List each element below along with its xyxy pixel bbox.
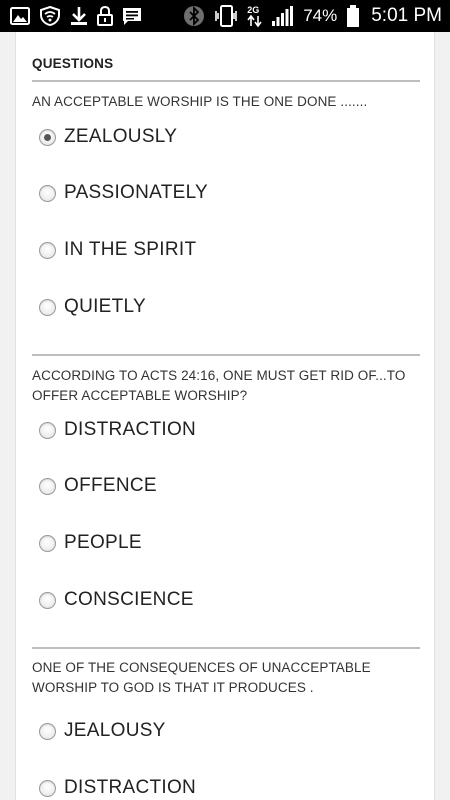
radio-button[interactable] — [39, 779, 56, 797]
radio-button[interactable] — [39, 184, 56, 202]
battery-percent: 74% — [303, 6, 338, 25]
status-bar-system: 2G 74% 5:01 PM — [183, 4, 442, 28]
download-icon — [70, 6, 88, 26]
option-label: ZEALOUSLY — [64, 126, 178, 147]
option-label: JEALOUSY — [64, 720, 166, 741]
clock: 5:01 PM — [371, 5, 442, 26]
question-1-option-3[interactable]: IN THE SPIRIT — [39, 235, 196, 265]
option-label: CONSCIENCE — [64, 589, 194, 610]
question-1-option-1[interactable]: ZEALOUSLY — [39, 122, 177, 152]
question-3-text: ONE OF THE CONSEQUENCES OF UNACCEPTABLE … — [32, 660, 371, 695]
question-2-option-2[interactable]: OFFENCE — [39, 471, 157, 501]
question-1-option-4[interactable]: QUIETLY — [39, 292, 146, 322]
radio-button[interactable] — [39, 722, 56, 740]
quiz-card: QUESTIONS AN ACCEPTABLE WORSHIP IS THE O… — [15, 32, 435, 800]
question-1-text: AN ACCEPTABLE WORSHIP IS THE ONE DONE ..… — [32, 94, 368, 109]
network-data-icon: 2G — [247, 4, 263, 28]
lock-icon — [97, 6, 113, 26]
section-divider — [32, 80, 420, 82]
option-label: DISTRACTION — [64, 419, 197, 440]
radio-button[interactable] — [39, 421, 56, 439]
section-title: QUESTIONS — [32, 56, 114, 71]
wifi-shield-icon — [39, 6, 61, 26]
radio-button[interactable] — [39, 298, 56, 316]
option-label: PASSIONATELY — [64, 182, 209, 203]
option-label: IN THE SPIRIT — [64, 239, 197, 260]
message-icon — [122, 7, 142, 26]
option-label: PEOPLE — [64, 532, 142, 553]
signal-icon — [272, 6, 294, 26]
radio-button-checked[interactable] — [39, 128, 56, 146]
question-2-text: ACCORDING TO ACTS 24:16, ONE MUST GET RI… — [32, 368, 406, 403]
status-bar: 2G 74% 5:01 PM — [0, 0, 450, 32]
option-label: OFFENCE — [64, 475, 157, 496]
question-3-option-1[interactable]: JEALOUSY — [39, 716, 166, 746]
option-label: DISTRACTION — [64, 777, 197, 798]
radio-button[interactable] — [39, 591, 56, 609]
question-1-option-2[interactable]: PASSIONATELY — [39, 178, 208, 208]
question-divider — [32, 354, 420, 356]
question-3-option-2[interactable]: DISTRACTION — [39, 773, 196, 800]
radio-button[interactable] — [39, 241, 56, 259]
question-2-option-3[interactable]: PEOPLE — [39, 528, 142, 558]
bluetooth-icon — [183, 5, 205, 27]
radio-button[interactable] — [39, 534, 56, 552]
vibrate-icon — [214, 5, 238, 27]
question-divider — [32, 647, 420, 649]
battery-icon — [346, 5, 360, 27]
gallery-icon — [10, 7, 30, 25]
question-2-option-4[interactable]: CONSCIENCE — [39, 585, 194, 615]
option-label: QUIETLY — [64, 296, 146, 317]
status-bar-notifications — [10, 6, 142, 26]
question-2-option-1[interactable]: DISTRACTION — [39, 415, 196, 445]
radio-button[interactable] — [39, 477, 56, 495]
app-content: QUESTIONS AN ACCEPTABLE WORSHIP IS THE O… — [0, 32, 450, 800]
